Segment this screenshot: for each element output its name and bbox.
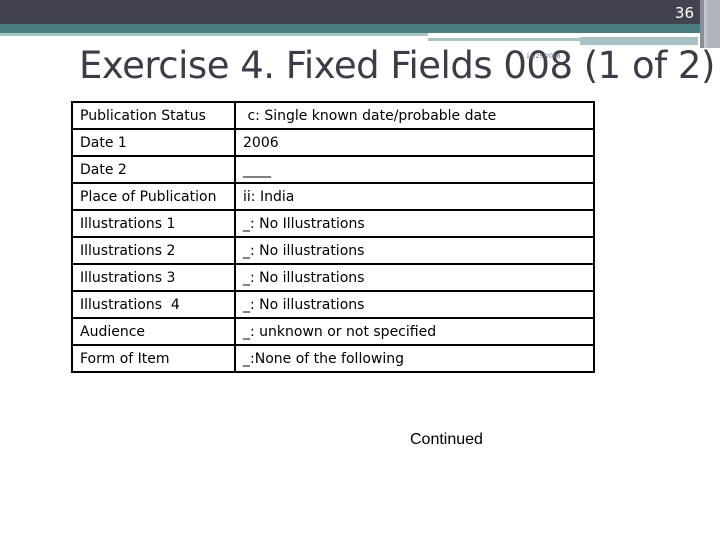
table-row: Form of Item _:None of the following: [71, 344, 595, 373]
continued-note: Continued: [410, 431, 483, 448]
header-light-bar: [0, 33, 428, 36]
field-name: Date 1: [71, 128, 236, 157]
field-name: Illustrations 2: [71, 236, 236, 265]
field-name: Date 2: [71, 155, 236, 184]
field-value: _: No illustrations: [234, 263, 595, 292]
table-row: Date 2 ____: [71, 155, 595, 184]
field-value: ____: [234, 155, 595, 184]
table-row: Illustrations 2 _: No illustrations: [71, 236, 595, 265]
field-value: 2006: [234, 128, 595, 157]
field-value: _: No Illustrations: [234, 209, 595, 238]
field-name: Illustrations 3: [71, 263, 236, 292]
field-name: Illustrations 4: [71, 290, 236, 319]
field-name: Place of Publication: [71, 182, 236, 211]
field-name: Audience: [71, 317, 236, 346]
field-value: c: Single known date/probable date: [234, 101, 595, 130]
table-row: Illustrations 4 _: No illustrations: [71, 290, 595, 319]
field-value: _:None of the following: [234, 344, 595, 373]
field-value: ii: India: [234, 182, 595, 211]
table-row: Publication Status c: Single known date/…: [71, 101, 595, 130]
fixed-fields-table: Publication Status c: Single known date/…: [71, 101, 595, 373]
slide-number: 36: [674, 4, 694, 22]
header-teal-bar: [0, 24, 700, 33]
field-value: _: No illustrations: [234, 290, 595, 319]
table-row: Audience _: unknown or not specified: [71, 317, 595, 346]
table-row: Illustrations 3 _: No illustrations: [71, 263, 595, 292]
field-name: Form of Item: [71, 344, 236, 373]
header-vertical-bar: [707, 0, 720, 48]
field-value: _: unknown or not specified: [234, 317, 595, 346]
field-name: Illustrations 1: [71, 209, 236, 238]
date-stamp: 11/25/2008: [526, 53, 561, 60]
header-light-bar-right: [428, 38, 580, 41]
field-name: Publication Status: [71, 101, 236, 130]
field-value: _: No illustrations: [234, 236, 595, 265]
slide-title: Exercise 4. Fixed Fields 008 (1 of 2): [79, 44, 715, 87]
table-row: Place of Publication ii: India: [71, 182, 595, 211]
header-dark-bar: [0, 0, 720, 24]
table-row: Date 1 2006: [71, 128, 595, 157]
table-row: Illustrations 1 _: No Illustrations: [71, 209, 595, 238]
